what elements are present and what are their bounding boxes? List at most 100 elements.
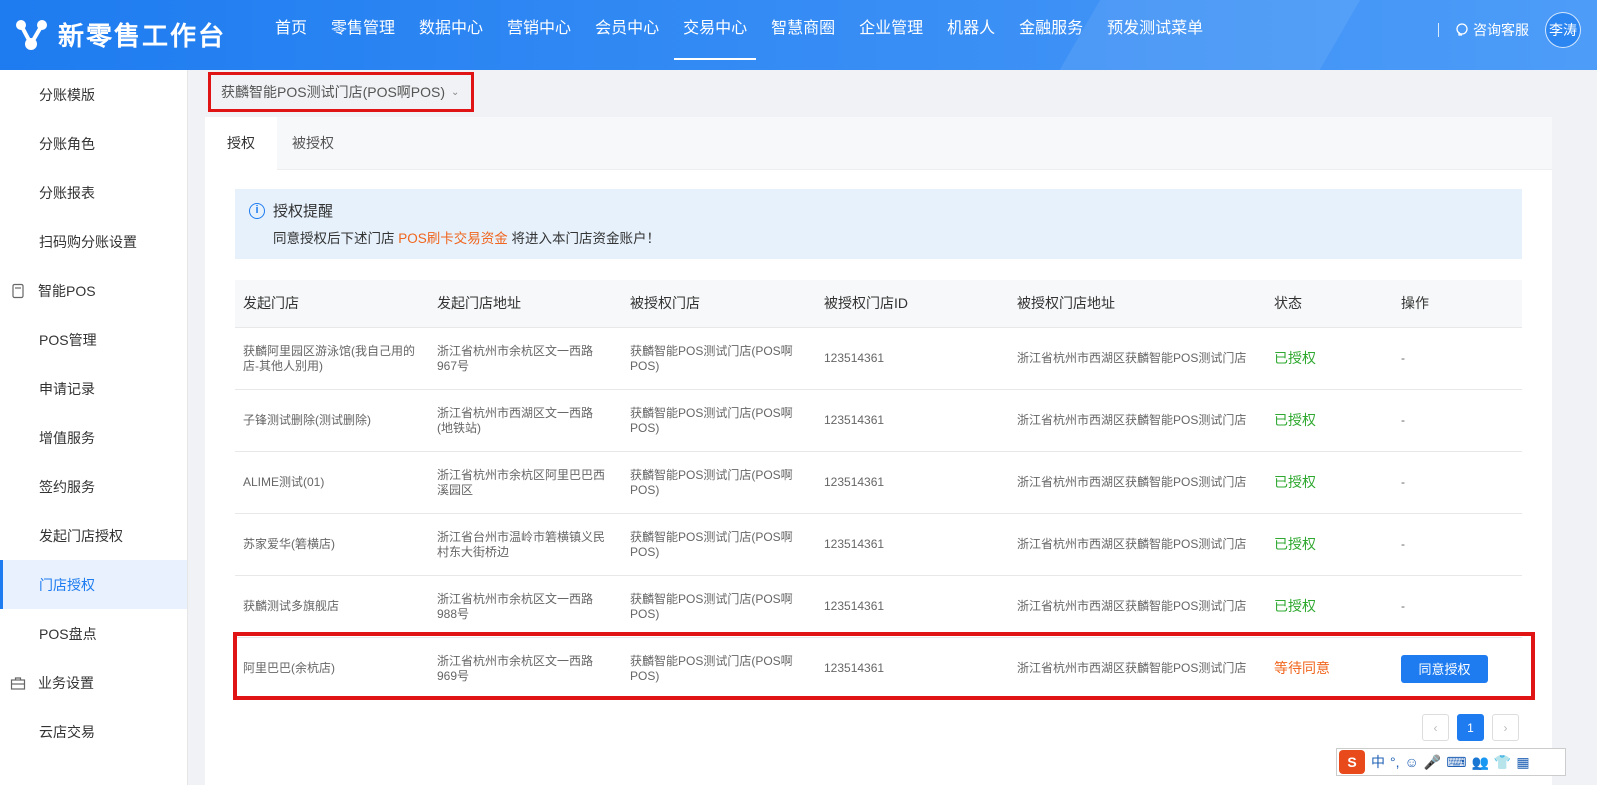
cell-auth-address: 浙江省杭州市西湖区获麟智能POS测试门店	[1017, 413, 1247, 427]
nav-item-1[interactable]: 零售管理	[322, 0, 404, 70]
cell-auth-id: 123514361	[824, 661, 885, 675]
page-1-button[interactable]: 1	[1457, 714, 1484, 741]
status-text: 已授权	[1274, 536, 1316, 552]
ime-tool-6[interactable]: 👕	[1494, 754, 1511, 771]
nav-item-3[interactable]: 营销中心	[498, 0, 580, 70]
sidebar-item-label: 扫码购分账设置	[39, 233, 137, 250]
main-nav: 首页 零售管理 数据中心 营销中心 会员中心 交易中心 智慧商圈 企业管理 机器人 金融服务 预发测…	[266, 0, 1218, 70]
cell-auth-address: 浙江省杭州市西湖区获麟智能POS测试门店	[1017, 661, 1247, 675]
cell-address: 浙江省杭州市余杭区文一西路969号	[437, 653, 594, 683]
ime-toolbar[interactable]: S 中 °, ☺ 🎤 ⌨ 👥 👕 ▦	[1336, 748, 1566, 776]
briefcase-icon	[10, 675, 38, 691]
next-page-button[interactable]: ›	[1492, 714, 1519, 741]
store-selector[interactable]: 获麟智能POS测试门店(POS啊POS) ⌄	[208, 72, 474, 112]
ime-tool-7[interactable]: ▦	[1516, 754, 1529, 771]
notice-title: 授权提醒	[273, 203, 334, 220]
info-icon: i	[249, 202, 265, 219]
ime-logo: S	[1339, 750, 1365, 774]
app-logo[interactable]: 新零售工作台	[14, 14, 226, 54]
sidebar-item-label: 分账报表	[39, 184, 95, 201]
column-header: 被授权门店	[630, 295, 700, 311]
notice-highlight: POS刷卡交易资金	[398, 231, 508, 246]
cell-auth-id: 123514361	[824, 599, 885, 613]
ime-tool-3[interactable]: 🎤	[1424, 754, 1441, 771]
status-text: 已授权	[1274, 350, 1316, 366]
tab-bar: 授权 被授权	[205, 117, 1552, 170]
cell-address: 浙江省杭州市余杭区阿里巴巴西溪园区	[437, 467, 606, 497]
cell-auth-address: 浙江省杭州市西湖区获麟智能POS测试门店	[1017, 599, 1247, 613]
agree-auth-button[interactable]: 同意授权	[1401, 654, 1488, 683]
tab-0[interactable]: 授权	[205, 117, 277, 170]
cell-auth-id: 123514361	[824, 475, 885, 489]
sidebar-item-7[interactable]: 增值服务	[0, 413, 187, 462]
cell-auth-store: 获麟智能POS测试门店(POS啊POS)	[630, 591, 793, 621]
logo-text: 新零售工作台	[58, 20, 227, 51]
sidebar-item-5[interactable]: POS管理	[0, 315, 187, 364]
notice-title-row: i 授权提醒	[249, 200, 1508, 221]
column-header: 被授权门店地址	[1017, 295, 1115, 311]
sidebar-item-1[interactable]: 分账角色	[0, 119, 187, 168]
auth-notice: i 授权提醒 同意授权后下述门店 POS刷卡交易资金 将进入本门店资金账户！	[235, 189, 1522, 259]
cell-action: 同意授权	[1393, 654, 1522, 683]
cell-store: 子锋测试删除(测试删除)	[243, 413, 371, 427]
sidebar-item-2[interactable]: 分账报表	[0, 168, 187, 217]
ime-tool-1[interactable]: °,	[1390, 754, 1400, 770]
notice-text: 同意授权后下述门店 POS刷卡交易资金 将进入本门店资金账户！	[273, 227, 1508, 247]
pos-icon	[10, 283, 38, 299]
nav-item-0[interactable]: 首页	[266, 0, 316, 70]
cell-address: 浙江省杭州市西湖区文一西路(地铁站)	[437, 405, 594, 435]
nav-item-9[interactable]: 金融服务	[1010, 0, 1092, 70]
sidebar-item-0[interactable]: 分账模版	[0, 70, 187, 119]
cell-auth-store: 获麟智能POS测试门店(POS啊POS)	[630, 529, 793, 559]
notice-text-before: 同意授权后下述门店	[273, 231, 399, 246]
cell-action: -	[1401, 413, 1405, 427]
user-avatar[interactable]: 李涛	[1545, 12, 1581, 48]
sidebar-item-8[interactable]: 签约服务	[0, 462, 187, 511]
tab-1[interactable]: 被授权	[277, 117, 349, 170]
nav-item-2[interactable]: 数据中心	[410, 0, 492, 70]
sidebar-item-label: 门店授权	[39, 576, 95, 593]
sidebar-item-label: 发起门店授权	[39, 527, 123, 544]
nav-item-7[interactable]: 企业管理	[850, 0, 932, 70]
cell-action: -	[1401, 537, 1405, 551]
sidebar-item-11[interactable]: POS盘点	[0, 609, 187, 658]
cell-auth-id: 123514361	[824, 537, 885, 551]
sidebar-item-label: POS盘点	[39, 625, 97, 642]
cell-store: 苏家爱华(箬横店)	[243, 537, 335, 551]
sidebar-item-10[interactable]: 门店授权	[0, 560, 187, 609]
nav-item-10[interactable]: 预发测试菜单	[1098, 0, 1212, 70]
sidebar-item-label: 智能POS	[38, 282, 96, 299]
ime-tool-5[interactable]: 👥	[1471, 754, 1488, 771]
sidebar-group-12[interactable]: 业务设置	[0, 658, 187, 707]
cell-action: -	[1401, 351, 1405, 365]
sidebar-item-label: POS管理	[39, 331, 97, 348]
customer-service-link[interactable]: 咨询客服	[1455, 20, 1529, 40]
nav-item-5[interactable]: 交易中心	[674, 0, 757, 70]
ime-tool-4[interactable]: ⌨	[1446, 754, 1466, 771]
sidebar-item-label: 签约服务	[39, 478, 95, 495]
header-divider	[1438, 23, 1439, 37]
ime-tool-0[interactable]: 中	[1371, 752, 1385, 772]
prev-page-button[interactable]: ‹	[1422, 714, 1449, 741]
top-header: 新零售工作台 首页 零售管理 数据中心 营销中心 会员中心 交易中心 智慧商圈 企业管理 机器人…	[0, 0, 1597, 70]
table-row: ALIME测试(01) 浙江省杭州市余杭区阿里巴巴西溪园区 获麟智能POS测试门店(…	[235, 452, 1522, 514]
column-header: 发起门店地址	[437, 295, 521, 311]
sidebar-item-3[interactable]: 扫码购分账设置	[0, 217, 187, 266]
nav-item-6[interactable]: 智慧商圈	[762, 0, 844, 70]
cell-auth-store: 获麟智能POS测试门店(POS啊POS)	[630, 405, 793, 435]
sidebar-group-4[interactable]: 智能POS	[0, 266, 187, 315]
sidebar-item-13[interactable]: 云店交易	[0, 707, 187, 756]
nav-item-8[interactable]: 机器人	[938, 0, 1004, 70]
auth-table: 发起门店 发起门店地址 被授权门店 被授权门店ID 被授权门店地址 状态 操作 获麟阿里园区…	[235, 280, 1522, 700]
sidebar-item-9[interactable]: 发起门店授权	[0, 511, 187, 560]
sidebar-item-label: 增值服务	[39, 429, 95, 446]
sidebar-item-6[interactable]: 申请记录	[0, 364, 187, 413]
cell-auth-id: 123514361	[824, 351, 885, 365]
ime-tool-2[interactable]: ☺	[1405, 754, 1419, 770]
cell-auth-id: 123514361	[824, 413, 885, 427]
table-row: 苏家爱华(箬横店) 浙江省台州市温岭市箬横镇义民村东大街桥边 获麟智能POS测试门店…	[235, 514, 1522, 576]
cell-auth-store: 获麟智能POS测试门店(POS啊POS)	[630, 467, 793, 497]
store-selector-value: 获麟智能POS测试门店(POS啊POS)	[221, 84, 446, 100]
nav-item-4[interactable]: 会员中心	[586, 0, 668, 70]
header-right: 咨询客服 李涛	[1438, 10, 1581, 50]
